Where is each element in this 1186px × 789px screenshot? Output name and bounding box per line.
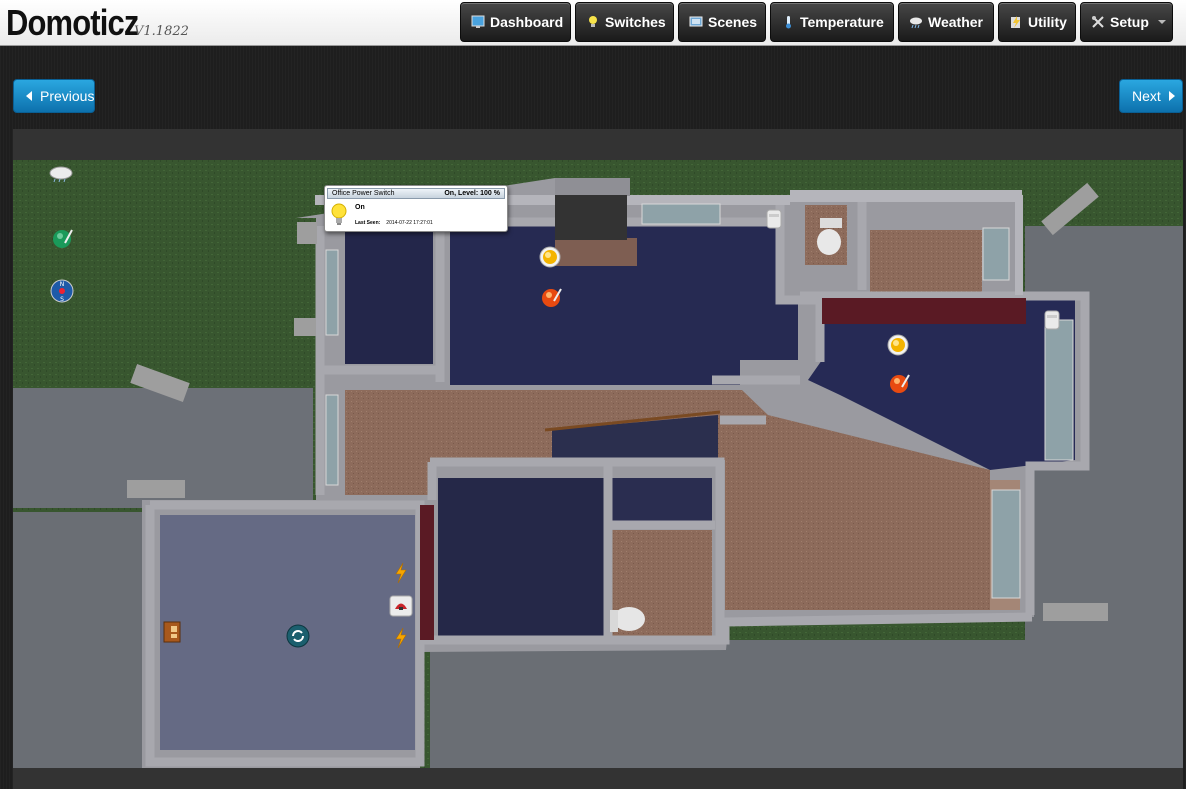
temperature-sensor-icon[interactable]	[889, 372, 911, 399]
lightbulb-icon	[331, 203, 347, 229]
app-version: V1.1822	[134, 24, 189, 39]
chevron-left-icon	[26, 91, 32, 101]
app-name: Domoticz	[6, 2, 139, 43]
temperature-sensor-icon[interactable]	[541, 286, 563, 313]
nav-switches-button[interactable]: Switches	[575, 2, 674, 42]
refresh-icon[interactable]	[286, 624, 310, 653]
thermometer-icon	[781, 15, 795, 29]
nav-dashboard-button[interactable]: Dashboard	[460, 2, 571, 42]
wind-compass-icon[interactable]: NS	[50, 279, 74, 308]
tooltip-state: On, Level: 100 %	[444, 190, 500, 197]
nav-temperature-label: Temperature	[800, 14, 884, 30]
nav-weather-label: Weather	[928, 14, 983, 30]
tooltip-last-seen-label: Last Seen:	[355, 220, 381, 226]
top-navbar: Domoticz V1.1822 Dashboard Switches Scen…	[0, 0, 1186, 46]
tooltip-last-seen: Last Seen: 2014-07-22 17:27:01	[355, 220, 433, 226]
device-tooltip: Office Power Switch On, Level: 100 % On …	[324, 185, 508, 232]
nav-temperature-button[interactable]: Temperature	[770, 2, 894, 42]
previous-label: Previous	[40, 88, 95, 104]
tooltip-header: Office Power Switch On, Level: 100 %	[327, 188, 505, 199]
main-nav: Dashboard Switches Scenes Temperature We…	[460, 2, 1173, 42]
nav-setup-button[interactable]: Setup	[1080, 2, 1173, 42]
light-bulb-icon[interactable]	[887, 334, 909, 361]
floorplan-image	[13, 129, 1183, 789]
nav-weather-button[interactable]: Weather	[898, 2, 994, 42]
security-camera-icon[interactable]	[389, 595, 413, 622]
scenes-icon	[689, 15, 703, 29]
nav-utility-button[interactable]: Utility	[998, 2, 1076, 42]
nav-switches-label: Switches	[605, 14, 666, 30]
light-bulb-icon[interactable]	[539, 246, 561, 273]
utility-icon	[1009, 15, 1023, 29]
nav-scenes-label: Scenes	[708, 14, 758, 30]
chevron-down-icon	[1157, 20, 1166, 24]
nav-scenes-button[interactable]: Scenes	[678, 2, 766, 42]
power-icon[interactable]	[394, 562, 408, 589]
previous-button[interactable]: Previous	[13, 79, 95, 113]
floorplan: NS	[13, 129, 1183, 789]
svg-text:N: N	[60, 281, 65, 288]
brand[interactable]: Domoticz V1.1822	[6, 2, 189, 44]
door-lock-icon[interactable]	[163, 620, 181, 649]
weather-icon	[909, 15, 923, 29]
nav-dashboard-label: Dashboard	[490, 14, 564, 30]
tooltip-last-seen-value: 2014-07-22 17:27:01	[386, 220, 433, 226]
tooltip-device-name: Office Power Switch	[332, 190, 395, 197]
nav-utility-label: Utility	[1028, 14, 1067, 30]
door-sensor-icon[interactable]	[1043, 309, 1061, 336]
nav-setup-label: Setup	[1110, 14, 1149, 30]
dashboard-icon	[471, 15, 485, 29]
temperature-sensor-icon[interactable]	[52, 228, 74, 255]
setup-icon	[1091, 15, 1105, 29]
weather-icon[interactable]	[48, 165, 74, 188]
chevron-right-icon	[1168, 91, 1175, 101]
lightbulb-icon	[586, 15, 600, 29]
next-label: Next	[1132, 88, 1161, 104]
door-sensor-icon[interactable]	[765, 208, 783, 235]
next-button[interactable]: Next	[1119, 79, 1183, 113]
power-icon[interactable]	[394, 627, 408, 654]
tooltip-status: On	[355, 204, 365, 211]
svg-text:S: S	[60, 296, 64, 303]
